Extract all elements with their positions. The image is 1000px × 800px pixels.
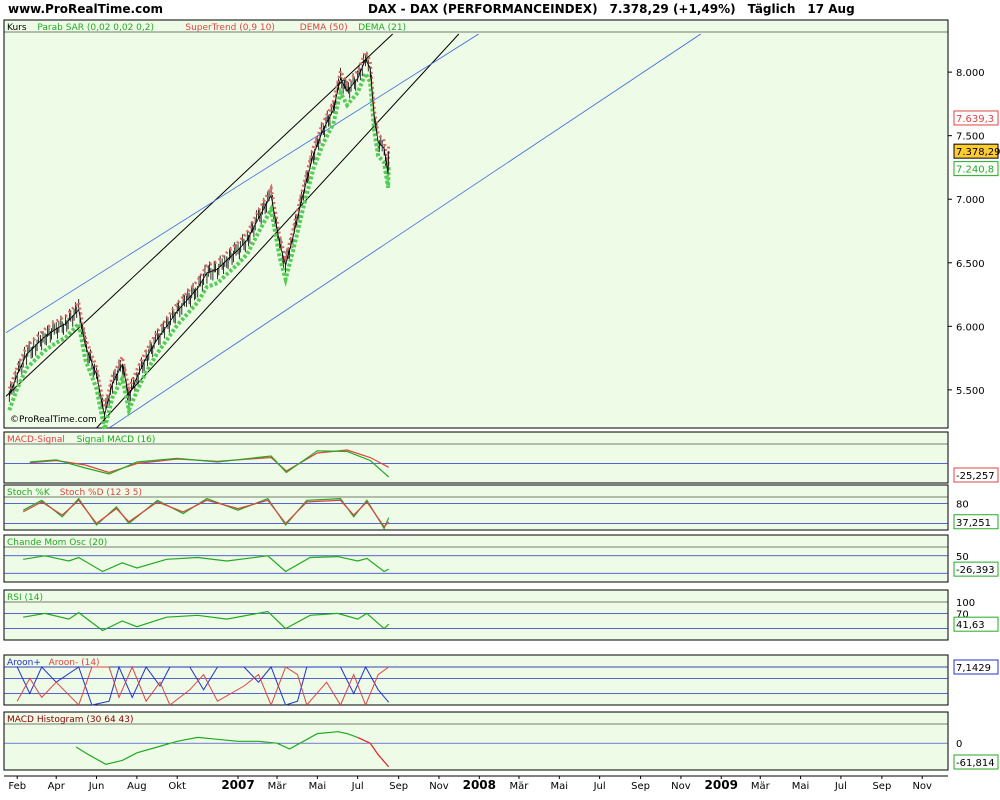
value-tag-label: -26,393 [956,565,995,576]
x-tick-label: Aug [127,781,147,792]
legend-entry: MACD Histogram (30 64 43) [7,715,134,725]
legend-entry: MACD-Signal [7,435,65,445]
legend-entry: Kurs [7,23,27,33]
legend-entry: SuperTrend (0,9 10) [185,23,275,33]
chart-area: Kurs Parab SAR (0,02 0,02 0,2) SuperTrend … [3,19,1000,792]
y-tick-label: 80 [956,500,969,511]
y-tick-label: 50 [956,552,969,563]
value-tag-label: 7.639,3 [956,114,994,125]
y-tick-label: 6.000 [956,322,985,333]
x-tick-label: Jul [593,781,606,792]
legend-entry: RSI (14) [7,593,43,603]
x-tick-label: Feb [8,781,26,792]
y-tick-label: 7.500 [956,132,985,143]
x-tick-label: Mai [792,781,810,792]
x-tick-label: 2009 [705,778,738,792]
value-tag-label: 7.240,8 [956,165,994,176]
y-tick-label: 5.500 [956,386,985,397]
x-tick-label: Okt [168,781,186,792]
panel-aroon [3,654,949,706]
value-tag-label: -61,814 [956,758,995,769]
legend-entry: Chande Mom Osc (20) [7,538,107,548]
panel-rsi [3,589,949,641]
x-tick-label: Jun [88,781,105,792]
legend-entry: DEMA (50) [300,23,348,33]
value-tag-label: -25,257 [956,471,995,482]
watermark: ©ProRealTime.com [10,415,97,425]
x-tick-label: Sep [872,781,891,792]
x-tick-label: Mär [510,781,530,792]
x-tick-label: Nov [429,781,449,792]
legend-entry: Parab SAR (0,02 0,02 0,2) [37,23,154,33]
y-tick-label: 0 [956,739,962,750]
x-tick-label: 2007 [221,778,254,792]
x-tick-label: Sep [631,781,650,792]
legend-entry: Signal MACD (16) [77,435,156,445]
panel-chande_momentum [3,534,949,583]
x-tick-label: Mai [309,781,327,792]
x-tick-label: 2008 [463,778,496,792]
x-tick-label: Jul [834,781,847,792]
x-tick-label: Mär [268,781,288,792]
x-tick-label: Apr [48,781,66,792]
panel-price [3,19,949,429]
x-tick-label: Sep [389,781,408,792]
y-tick-label: 100 [956,598,975,609]
panel-macd_histogram [3,711,949,771]
y-tick-label: 7.000 [956,195,985,206]
legend-entry: Stoch %K [7,488,51,498]
x-tick-label: Mär [751,781,771,792]
value-tag-label: 7,1429 [956,663,991,674]
x-tick-label: Mai [551,781,569,792]
y-tick-label: 6.500 [956,259,985,270]
x-tick-label: Nov [671,781,691,792]
x-tick-label: Nov [912,781,932,792]
legend-entry: Aroon+ [7,658,41,668]
y-tick-label: 8.000 [956,68,985,79]
x-tick-label: Jul [351,781,364,792]
legend-entry: Stoch %D (12 3 5) [60,488,142,498]
value-tag-label: 37,251 [956,518,991,529]
legend-entry: DEMA (21) [358,23,406,33]
value-tag-label: 41,63 [956,620,985,631]
value-tag-label: 7.378,29 [956,147,1000,158]
